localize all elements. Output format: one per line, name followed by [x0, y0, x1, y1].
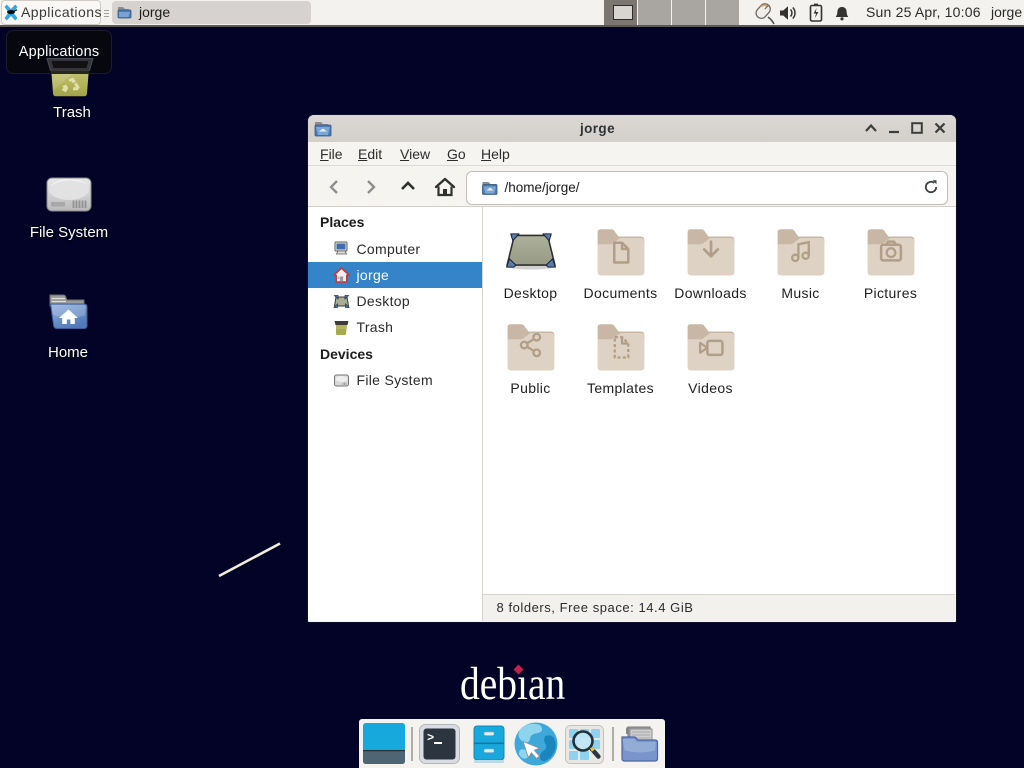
- svg-text:>: >: [427, 731, 434, 745]
